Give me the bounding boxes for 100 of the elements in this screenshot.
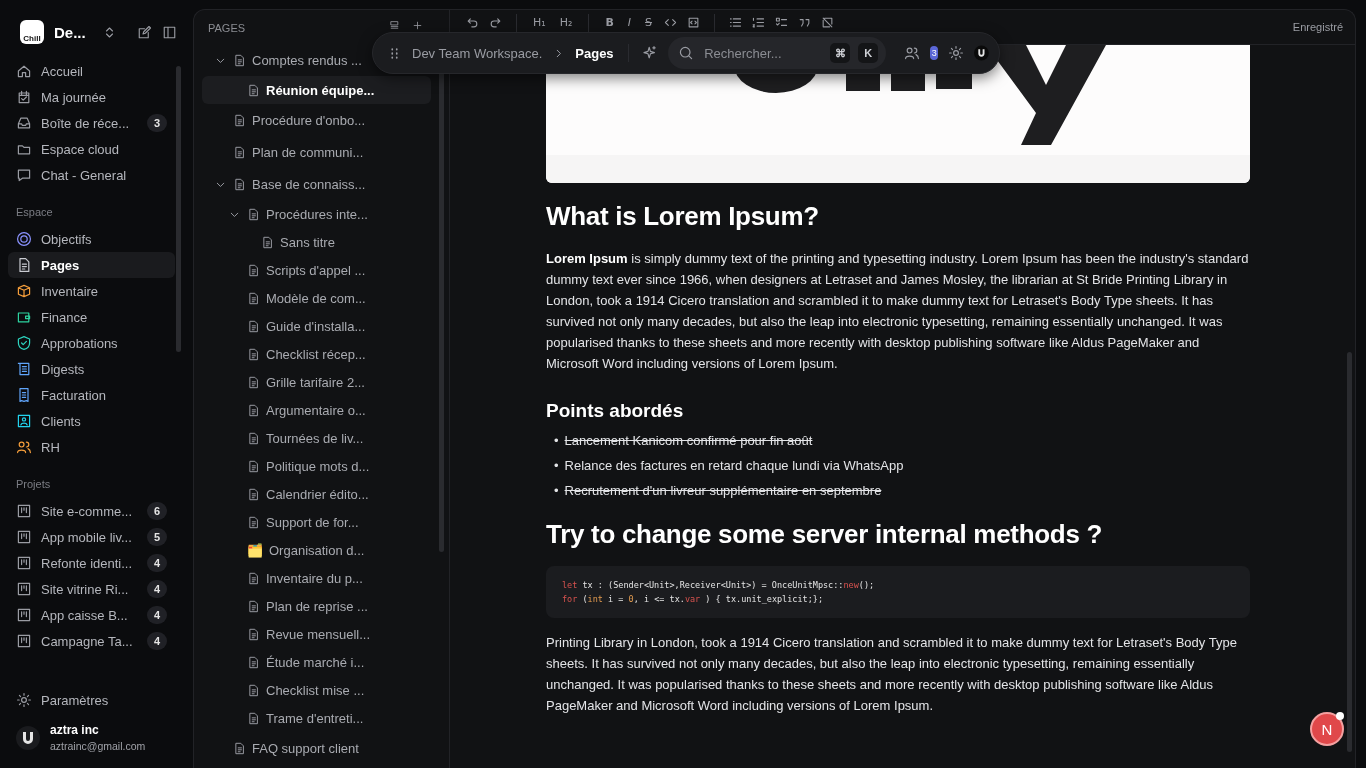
project-item[interactable]: Site e-comme... 6 [8,498,175,524]
section-title: Projets [15,477,52,492]
redo-icon[interactable] [489,16,502,29]
notification-badge[interactable]: 3 [930,46,939,60]
page-item[interactable]: Étude marché i... [202,648,371,676]
bullets-icon[interactable] [729,16,742,29]
users-icon[interactable] [904,45,921,61]
format-button[interactable]: H₁ [531,16,548,29]
document-icon [247,655,260,669]
project-item[interactable]: App mobile liv... 5 [8,524,175,550]
nav-item[interactable]: Facturation [8,382,175,408]
nav-item[interactable]: Accueil [8,58,175,84]
page-item[interactable]: Grille tarifaire 2... [202,368,371,396]
quote-icon[interactable] [798,16,811,29]
workspace-name[interactable]: De... [54,23,92,41]
search-bar[interactable]: Rechercher... ⌘ K [668,37,887,69]
format-button[interactable]: H₂ [557,16,575,29]
code-block: let tx : (Sender<Unit>,Receiver<Unit>) = OnceUnitMpsc::new(); for (int i = 0, i <= tx.var ) { tx.unit_explicit;}; [546,566,1250,618]
user-email: aztrainc@gmail.com [50,740,146,752]
breadcrumb-link[interactable]: Dev Team Workspace. [412,45,543,61]
nav-item[interactable]: Pages [8,252,175,278]
nav-item[interactable]: Boîte de réce... 3 [8,110,175,136]
format-button[interactable]: I [625,16,633,29]
nav-item[interactable]: Digests [8,356,175,382]
page-item[interactable]: Tournées de liv... [202,424,370,452]
page-item[interactable]: Politique mots d... [202,452,376,480]
edit-icon[interactable] [137,24,152,40]
document-icon [247,515,260,529]
page-item[interactable]: Plan de communi... [202,136,370,168]
nav-item[interactable]: Clients [8,408,175,434]
page-item[interactable]: Procédure d'onbo... [202,104,372,136]
user-avatar[interactable] [16,725,40,750]
code-icon[interactable] [664,16,677,29]
search-input[interactable]: Rechercher... [702,44,823,62]
layout-icon[interactable] [389,20,400,31]
document-icon [247,571,260,585]
nav-icon [16,335,32,351]
page-item[interactable]: Checklist récep... [202,340,372,368]
nav-item[interactable]: Ma journée [8,84,175,110]
nav-item[interactable]: Inventaire [8,278,175,304]
nav-icon [16,257,32,273]
bullet: • [554,482,559,500]
page-item[interactable]: Comptes rendus ... [202,44,368,76]
page-item[interactable]: Checklist mise ... [202,676,371,704]
format-button[interactable]: S [643,16,654,29]
page-item[interactable]: Inventaire du p... [202,564,369,592]
nav-item[interactable]: Objectifs [8,226,175,252]
page-item[interactable]: Guide d'installa... [202,312,372,340]
page-item[interactable]: Trame d'entreti... [202,704,370,732]
nav-item[interactable]: Finance [8,304,175,330]
page-item[interactable]: Réunion équipe... [202,76,431,104]
document-icon [247,347,260,361]
page-item[interactable]: Plan de reprise ... [202,592,374,620]
tasks-icon[interactable] [775,16,788,29]
nav-icon [16,361,32,377]
project-item[interactable]: Refonte identi... 4 [8,550,175,576]
page-item[interactable]: 🗂 Organisation d... [202,536,371,564]
page-item[interactable]: Revue mensuell... [202,620,377,648]
numbers-icon[interactable] [752,16,765,29]
undo-icon[interactable] [466,16,479,29]
document-icon [233,113,246,127]
settings-icon [16,692,32,708]
document-icon [247,403,260,417]
count-badge: 4 [147,580,167,598]
breadcrumb-link[interactable]: Pages [575,45,614,61]
clear-icon[interactable] [821,16,834,29]
sparkle-icon[interactable] [642,45,659,61]
project-item[interactable]: App caisse B... 4 [8,602,175,628]
count-badge: 4 [147,606,167,624]
sun-icon[interactable] [948,45,965,61]
add-icon[interactable] [412,20,423,31]
settings-item[interactable]: Paramètres [8,687,175,713]
format-button[interactable]: B [603,16,616,29]
nav-item[interactable]: RH [8,434,175,460]
count-badge: 3 [147,114,167,132]
codeblock-icon[interactable] [687,16,700,29]
list-item: Relance des factures en retard chaque lundi via WhatsApp [564,457,904,475]
project-item[interactable]: Site vitrine Ri... 4 [8,576,175,602]
page-item[interactable]: Sans titre [202,228,341,256]
page-item[interactable]: Scripts d'appel ... [202,256,372,284]
page-item[interactable]: Base de connaiss... [202,168,372,200]
page-item[interactable]: Support de for... [202,508,365,536]
sidebar-toggle-icon[interactable] [162,24,177,40]
paragraph: Lorem Ipsum is simply dummy text of the printing and typesetting industry. Lorem Ipsum has been the industry's standard dummy text ever since 1966, when designers at Letraset and James Mosley, the librarian at St Bride Printing Library in London, took a 1914 Cicero translation and scrambled it to make dummy text for Letraset's Body Type sheets. It has survived not only many decades, but also the leap into electronic typesetting, remaining essentially unchanged. It was popularised thanks to these sheets and more recently with desktop publishing software like Aldus PageMaker and Microsoft Word including versions of Lorem Ipsum. [546,250,1250,373]
page-item[interactable]: FAQ support client [202,732,365,764]
page-item[interactable]: Calendrier édito... [202,480,375,508]
page-item[interactable]: Procédures inte... [202,200,374,228]
project-item[interactable]: Campagne Ta... 4 [8,628,175,654]
save-status: Enregistré [1292,21,1343,33]
nav-item[interactable]: Chat - General [8,162,175,188]
nav-icon [16,231,32,247]
page-item[interactable]: Modèle de com... [202,284,372,312]
page-item[interactable]: Argumentaire o... [202,396,372,424]
article-heading: What is Lorem Ipsum? [546,201,820,232]
board-icon [16,581,32,597]
nav-item[interactable]: Espace cloud [8,136,175,162]
nav-icon [16,167,32,183]
document-icon [247,487,260,501]
document-icon [247,263,260,277]
nav-item[interactable]: Approbations [8,330,175,356]
